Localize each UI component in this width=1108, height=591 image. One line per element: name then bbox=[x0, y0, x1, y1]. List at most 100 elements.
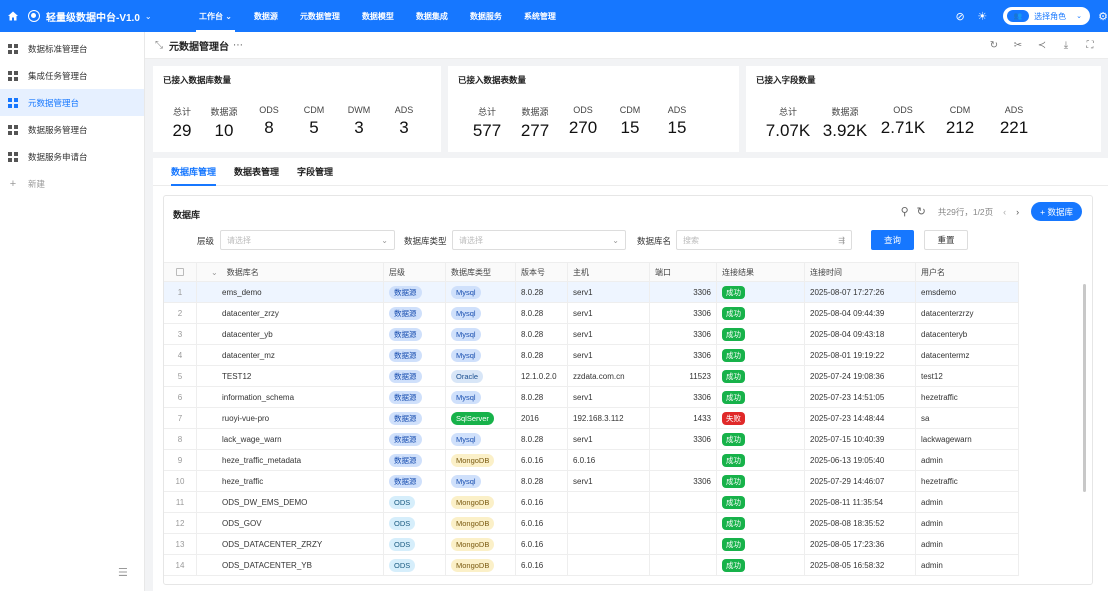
tab-database[interactable]: 数据库管理 bbox=[171, 157, 217, 186]
chevron-down-icon: ⌄ bbox=[612, 235, 619, 245]
level-select[interactable]: 请选择 ⌄ bbox=[220, 230, 395, 250]
host-cell bbox=[568, 513, 650, 533]
select-all-checkbox[interactable] bbox=[164, 263, 197, 281]
sidebar-item-apply[interactable]: 数据服务申请台 bbox=[0, 143, 144, 170]
port-cell: 3306 bbox=[650, 324, 717, 344]
table-row[interactable]: 6 information_schema 数据源 Mysql 8.0.28 serv1 33… bbox=[164, 387, 1019, 408]
level-tag: 数据源 bbox=[389, 453, 422, 467]
sidebar-new-button[interactable]: + 新建 bbox=[0, 170, 144, 197]
col-header: 用户名 bbox=[916, 263, 1019, 281]
level-tag: 数据源 bbox=[389, 411, 422, 425]
sun-icon[interactable]: ☀ bbox=[971, 0, 993, 32]
collapse-menu-icon[interactable]: ☰ bbox=[118, 566, 128, 579]
version-cell: 8.0.28 bbox=[516, 324, 568, 344]
download-icon[interactable]: ⤓ bbox=[1054, 40, 1078, 51]
version-cell: 8.0.28 bbox=[516, 345, 568, 365]
check-circle-icon[interactable]: ⊘ bbox=[949, 0, 971, 32]
result-cell: 失败 bbox=[717, 408, 805, 428]
table-row[interactable]: 10 heze_traffic 数据源 Mysql 8.0.28 serv1 3306 成功 2… bbox=[164, 471, 1019, 492]
share-icon[interactable]: ≺ bbox=[1030, 40, 1054, 51]
level-tag: 数据源 bbox=[389, 348, 422, 362]
page-info: 共29行，1/2页 bbox=[937, 206, 994, 217]
version-cell: 2016 bbox=[516, 408, 568, 428]
search-icon[interactable]: ⚲ bbox=[901, 205, 909, 218]
user-cell: sa bbox=[916, 408, 1019, 428]
user-cell: admin bbox=[916, 492, 1019, 512]
nav-integration[interactable]: 数据集成 bbox=[405, 0, 459, 32]
nav-datamodel[interactable]: 数据模型 bbox=[351, 0, 405, 32]
sidebar-item-metadata[interactable]: 元数据管理台 bbox=[0, 89, 144, 116]
dashboard-icon bbox=[8, 70, 18, 81]
top-bar: 轻量级数据中台-V1.0 ⌄ 工作台 ⌄ 数据源 元数据管理 数据模型 数据集成… bbox=[0, 0, 1108, 32]
nav-system[interactable]: 系统管理 bbox=[513, 0, 567, 32]
version-cell: 8.0.28 bbox=[516, 471, 568, 491]
tab-field[interactable]: 字段管理 bbox=[297, 157, 333, 185]
sidebar-item-service[interactable]: 数据服务管理台 bbox=[0, 116, 144, 143]
collapse-icon[interactable]: ⤡ bbox=[155, 40, 163, 51]
stat-item: ADS 15 bbox=[667, 105, 687, 137]
version-cell: 6.0.16 bbox=[516, 534, 568, 554]
user-cell: datacentermz bbox=[916, 345, 1019, 365]
vertical-scrollbar[interactable] bbox=[1083, 284, 1086, 492]
table-row[interactable]: 14 ODS_DATACENTER_YB ODS MongoDB 6.0.16 成功 202… bbox=[164, 555, 1019, 576]
add-database-button[interactable]: + 数据库 bbox=[1031, 202, 1082, 221]
table-row[interactable]: 7 ruoyi-vue-pro 数据源 SqlServer 2016 192.168.3.… bbox=[164, 408, 1019, 429]
more-icon[interactable]: ⋯ bbox=[233, 40, 243, 51]
tools-icon[interactable]: ✂ bbox=[1006, 40, 1030, 51]
sidebar-item-integration[interactable]: 集成任务管理台 bbox=[0, 62, 144, 89]
port-cell: 3306 bbox=[650, 303, 717, 323]
db-name: heze_traffic bbox=[197, 471, 384, 491]
connection-status-badge: 成功 bbox=[722, 516, 745, 530]
tab-table[interactable]: 数据表管理 bbox=[234, 157, 279, 185]
sidebar-item-standard[interactable]: 数据标准管理台 bbox=[0, 35, 144, 62]
query-button[interactable]: 查询 bbox=[871, 230, 914, 250]
table-row[interactable]: 2 datacenter_zrzy 数据源 Mysql 8.0.28 serv1 3306 成… bbox=[164, 303, 1019, 324]
level-tag: 数据源 bbox=[389, 432, 422, 446]
level-tag: ODS bbox=[389, 495, 416, 509]
level-cell: 数据源 bbox=[384, 471, 446, 491]
chevron-down-icon: ⌄ bbox=[381, 235, 388, 245]
level-cell: 数据源 bbox=[384, 408, 446, 428]
type-select[interactable]: 请选择 ⌄ bbox=[452, 230, 626, 250]
db-type-tag: Mysql bbox=[451, 285, 481, 299]
db-name: ODS_DATACENTER_YB bbox=[197, 555, 384, 575]
role-select-button[interactable]: 👥 选择角色 ⌄ bbox=[1003, 7, 1090, 25]
sidebar-item-label: 集成任务管理台 bbox=[28, 70, 88, 81]
table-row[interactable]: 11 ODS_DW_EMS_DEMO ODS MongoDB 6.0.16 成功 2025-… bbox=[164, 492, 1019, 513]
table-row[interactable]: 4 datacenter_mz 数据源 Mysql 8.0.28 serv1 3306 成功 2… bbox=[164, 345, 1019, 366]
reset-button[interactable]: 重置 bbox=[924, 230, 968, 250]
name-search-input[interactable]: 搜索 ⇶ bbox=[676, 230, 852, 250]
prev-page-icon[interactable]: ‹ bbox=[1003, 207, 1006, 217]
col-header: 主机 bbox=[568, 263, 650, 281]
table-row[interactable]: 13 ODS_DATACENTER_ZRZY ODS MongoDB 6.0.16 成功 2… bbox=[164, 534, 1019, 555]
nav-dataservice[interactable]: 数据服务 bbox=[459, 0, 513, 32]
nav-workbench[interactable]: 工作台 ⌄ bbox=[188, 0, 243, 32]
connection-status-badge: 成功 bbox=[722, 453, 745, 467]
fullscreen-icon[interactable]: ⛶ bbox=[1078, 40, 1102, 51]
table-row[interactable]: 12 ODS_GOV ODS MongoDB 6.0.16 成功 2025-08-08 18… bbox=[164, 513, 1019, 534]
type-cell: Mysql bbox=[446, 471, 516, 491]
table-row[interactable]: 8 lack_wage_warn 数据源 Mysql 8.0.28 serv1 3306 成功… bbox=[164, 429, 1019, 450]
db-type-tag: SqlServer bbox=[451, 411, 494, 425]
version-cell: 12.1.0.2.0 bbox=[516, 366, 568, 386]
refresh-icon[interactable]: ↻ bbox=[917, 205, 926, 218]
table-row[interactable]: 3 datacenter_yb 数据源 Mysql 8.0.28 serv1 3306 成功 2… bbox=[164, 324, 1019, 345]
db-name: ems_demo bbox=[197, 282, 384, 302]
time-cell: 2025-08-04 09:43:18 bbox=[805, 324, 916, 344]
db-name: TEST12 bbox=[197, 366, 384, 386]
next-page-icon[interactable]: › bbox=[1016, 207, 1019, 217]
sidebar-item-label: 数据标准管理台 bbox=[28, 43, 88, 54]
nav-metadata[interactable]: 元数据管理 bbox=[289, 0, 351, 32]
tab-bar: 数据库管理 数据表管理 字段管理 bbox=[153, 158, 1108, 186]
home-icon[interactable] bbox=[2, 0, 24, 32]
table-row[interactable]: 9 heze_traffic_metadata 数据源 MongoDB 6.0.16 6.… bbox=[164, 450, 1019, 471]
table-row[interactable]: 5 TEST12 数据源 Oracle 12.1.0.2.0 zzdata.com.cn 1… bbox=[164, 366, 1019, 387]
nav-datasource[interactable]: 数据源 bbox=[243, 0, 289, 32]
table-row[interactable]: 1 ems_demo 数据源 Mysql 8.0.28 serv1 3306 成功 2025-0… bbox=[164, 282, 1019, 303]
refresh-icon[interactable]: ↻ bbox=[982, 40, 1006, 51]
col-header: 版本号 bbox=[516, 263, 568, 281]
result-cell: 成功 bbox=[717, 366, 805, 386]
app-brand[interactable]: 轻量级数据中台-V1.0 ⌄ bbox=[24, 0, 174, 32]
settings-icon[interactable]: ⚙ bbox=[1098, 0, 1108, 32]
chevron-down-icon: ⌄ bbox=[1076, 13, 1082, 20]
